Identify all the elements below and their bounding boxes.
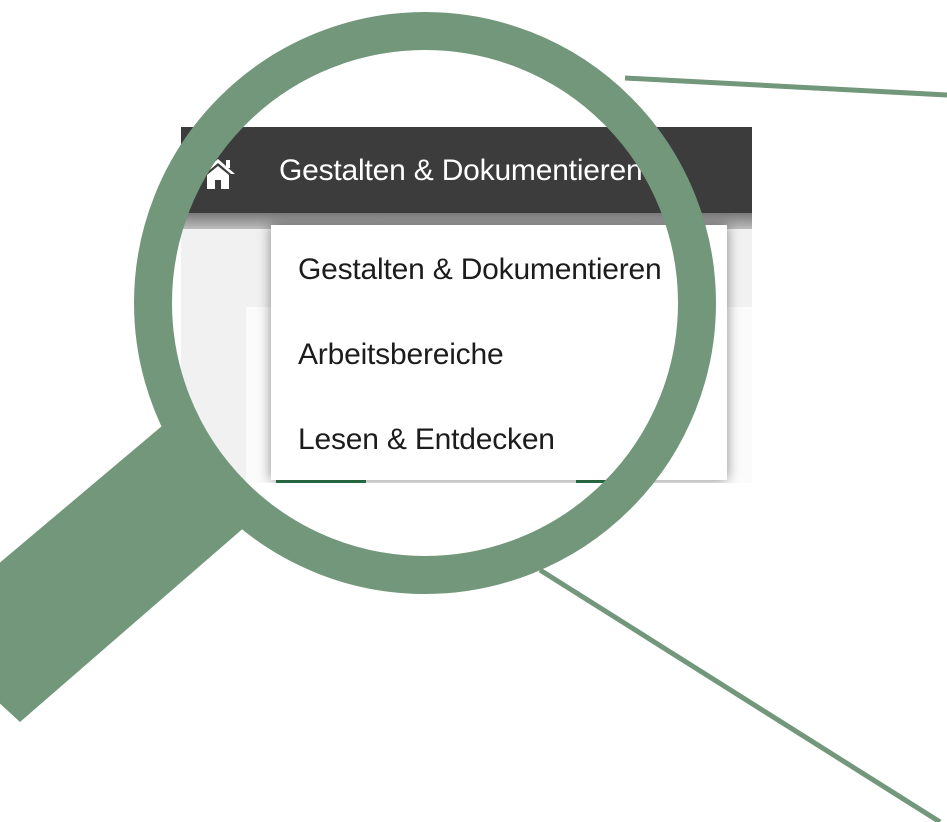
dropdown-item-lesen-entdecken[interactable]: Lesen & Entdecken bbox=[298, 410, 555, 470]
nav-menu-button[interactable]: Gestalten & Dokumentieren bbox=[279, 149, 673, 193]
dropdown-menu: Gestalten & Dokumentieren Arbeitsbereich… bbox=[271, 225, 727, 480]
callout-line-top bbox=[624, 75, 947, 98]
home-icon[interactable] bbox=[199, 157, 237, 191]
app-ui-fragment: ⌁ Gestalten & Dokumentieren Gestalten & … bbox=[181, 127, 752, 483]
callout-line-bottom bbox=[538, 567, 942, 822]
dropdown-item-arbeitsbereiche[interactable]: Arbeitsbereiche bbox=[298, 325, 504, 385]
chevron-down-icon bbox=[653, 166, 672, 177]
nav-menu-label: Gestalten & Dokumentieren bbox=[279, 154, 643, 187]
magnified-screenshot: ⌁ Gestalten & Dokumentieren Gestalten & … bbox=[0, 0, 947, 822]
top-navbar: Gestalten & Dokumentieren bbox=[181, 127, 752, 213]
dropdown-item-gestalten-dokumentieren[interactable]: Gestalten & Dokumentieren bbox=[298, 240, 662, 300]
